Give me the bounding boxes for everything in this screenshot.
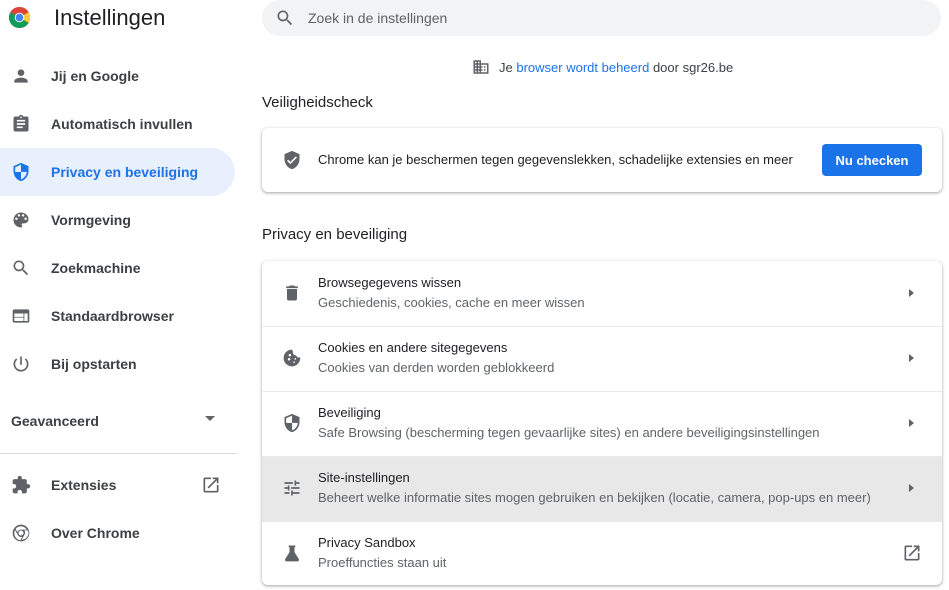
row-title: Site-instellingen xyxy=(318,470,410,485)
clipboard-icon xyxy=(11,114,31,134)
sidebar-item-label: Standaardbrowser xyxy=(51,308,174,324)
building-icon xyxy=(472,58,490,76)
sidebar-item-label: Over Chrome xyxy=(51,525,140,541)
sidebar-item-label: Privacy en beveiliging xyxy=(51,164,199,180)
sidebar-item-label: Jij en Google xyxy=(51,68,139,84)
managed-prefix: Je xyxy=(499,59,513,75)
chrome-logo-icon xyxy=(8,6,31,29)
safety-check-heading: Veiligheidscheck xyxy=(262,94,373,111)
privacy-heading: Privacy en beveiliging xyxy=(262,226,408,243)
browser-window-icon xyxy=(11,306,31,326)
sidebar-item-appearance[interactable]: Vormgeving xyxy=(0,196,240,244)
search-input[interactable] xyxy=(308,0,908,36)
arrow-right-icon xyxy=(909,354,914,362)
cookie-icon xyxy=(282,348,302,368)
caret-down-icon xyxy=(205,416,215,421)
row-divider xyxy=(262,391,942,392)
advanced-label: Geavanceerd xyxy=(11,413,99,429)
row-subtitle: Cookies van derden worden geblokkeerd xyxy=(318,360,555,375)
puzzle-icon xyxy=(11,475,31,495)
row-title: Beveiliging xyxy=(318,405,381,420)
sidebar-item-on-startup[interactable]: Bij opstarten xyxy=(0,340,240,388)
safety-check-text: Chrome kan je beschermen tegen gegevensl… xyxy=(318,152,793,167)
arrow-right-icon xyxy=(909,289,914,297)
row-divider xyxy=(262,521,942,522)
search-icon xyxy=(11,258,31,278)
sidebar-divider xyxy=(0,453,237,454)
row-subtitle: Beheert welke informatie sites mogen geb… xyxy=(318,490,871,505)
clear-browsing-data-row[interactable]: Browsegegevens wissen Geschiedenis, cook… xyxy=(262,261,942,326)
sidebar-item-default-browser[interactable]: Standaardbrowser xyxy=(0,292,240,340)
privacy-sandbox-row[interactable]: Privacy Sandbox Proeffuncties staan uit xyxy=(262,521,942,585)
site-settings-row[interactable]: Site-instellingen Beheert welke informat… xyxy=(262,456,942,521)
row-title: Cookies en andere sitegegevens xyxy=(318,340,508,355)
page-title: Instellingen xyxy=(54,5,166,30)
row-divider xyxy=(262,326,942,327)
sliders-icon xyxy=(282,478,302,498)
sidebar: Jij en Google Automatisch invullen Priva… xyxy=(0,52,240,388)
sidebar-item-label: Bij opstarten xyxy=(51,356,137,372)
person-icon xyxy=(11,66,31,86)
sidebar-item-privacy[interactable]: Privacy en beveiliging xyxy=(0,148,235,196)
power-icon xyxy=(11,354,31,374)
row-title: Browsegegevens wissen xyxy=(318,275,462,290)
cookies-row[interactable]: Cookies en andere sitegegevens Cookies v… xyxy=(262,326,942,391)
managed-suffix: door sgr26.be xyxy=(652,59,734,75)
search-bar[interactable] xyxy=(262,0,941,36)
open-in-new-icon xyxy=(902,543,922,563)
sidebar-item-search-engine[interactable]: Zoekmachine xyxy=(0,244,240,292)
sidebar-item-label: Automatisch invullen xyxy=(51,116,193,132)
security-row[interactable]: Beveiliging Safe Browsing (bescherming t… xyxy=(262,391,942,456)
privacy-card: Browsegegevens wissen Geschiedenis, cook… xyxy=(262,261,942,585)
palette-icon xyxy=(11,210,31,230)
sidebar-item-extensions[interactable]: Extensies xyxy=(0,461,240,509)
shield-icon xyxy=(11,162,31,182)
chrome-icon xyxy=(11,523,31,543)
sidebar-bottom: Extensies Over Chrome xyxy=(0,461,240,557)
open-in-new-icon xyxy=(201,475,221,495)
row-subtitle: Safe Browsing (bescherming tegen gevaarl… xyxy=(318,425,820,440)
arrow-right-icon xyxy=(909,484,914,492)
sidebar-item-autofill[interactable]: Automatisch invullen xyxy=(0,100,240,148)
flask-icon xyxy=(282,543,302,563)
app-header: Instellingen xyxy=(0,0,250,36)
sidebar-item-label: Zoekmachine xyxy=(51,260,141,276)
search-icon xyxy=(275,8,295,28)
sidebar-item-label: Extensies xyxy=(51,477,117,493)
check-now-button[interactable]: Nu checken xyxy=(822,144,922,176)
row-subtitle: Geschiedenis, cookies, cache en meer wis… xyxy=(318,295,585,310)
shield-icon xyxy=(282,413,302,433)
safety-check-card: Chrome kan je beschermen tegen gegevensl… xyxy=(262,128,942,192)
managed-banner: Je browser wordt beheerd door sgr26.be xyxy=(472,58,733,76)
arrow-right-icon xyxy=(909,419,914,427)
row-divider xyxy=(262,456,942,457)
row-subtitle: Proeffuncties staan uit xyxy=(318,555,447,570)
sidebar-item-label: Vormgeving xyxy=(51,212,131,228)
sidebar-item-you-and-google[interactable]: Jij en Google xyxy=(0,52,240,100)
row-title: Privacy Sandbox xyxy=(318,535,416,550)
shield-check-icon xyxy=(282,150,302,170)
trash-icon xyxy=(282,283,302,303)
sidebar-advanced-toggle[interactable]: Geavanceerd xyxy=(0,396,235,444)
managed-link[interactable]: browser wordt beheerd xyxy=(516,60,649,75)
sidebar-item-about-chrome[interactable]: Over Chrome xyxy=(0,509,240,557)
